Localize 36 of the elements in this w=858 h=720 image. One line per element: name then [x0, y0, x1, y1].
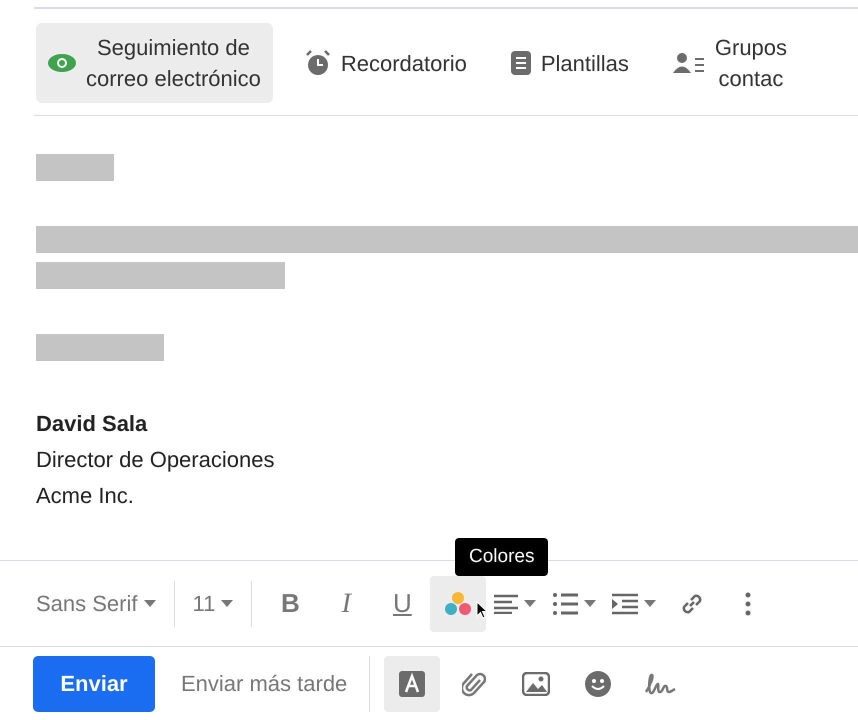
feature-tab[interactable]: Grupos contac — [660, 23, 800, 103]
send-later-button[interactable]: Enviar más tarde — [175, 670, 354, 698]
signature-line: Director de Operaciones — [36, 446, 276, 474]
caret-icon — [644, 600, 656, 608]
caret-icon — [221, 600, 234, 608]
eye-icon — [48, 53, 76, 73]
colors-button[interactable] — [430, 576, 486, 632]
palette-icon — [444, 590, 472, 616]
formatting-button[interactable] — [384, 656, 440, 712]
document-icon — [510, 51, 531, 75]
signature-icon — [644, 672, 676, 696]
align-left-icon — [494, 594, 518, 614]
caret-icon — [524, 600, 536, 608]
signature-name: David Sala — [36, 410, 148, 438]
caret-icon — [144, 600, 156, 608]
size-dropdown[interactable]: 11 — [184, 576, 242, 632]
text-format-icon — [399, 670, 426, 696]
smiley-icon — [585, 670, 612, 696]
alarm-clock-icon — [304, 50, 331, 76]
send-button[interactable]: Enviar — [33, 656, 155, 712]
font-dropdown[interactable]: Sans Serif — [28, 576, 164, 632]
feature-tab[interactable]: Plantillas — [498, 23, 641, 103]
indent-icon — [612, 592, 638, 614]
italic-button[interactable]: I — [318, 576, 374, 632]
bold-button[interactable]: B — [262, 576, 318, 632]
cursor-icon — [476, 601, 488, 619]
tooltip: Colores — [455, 538, 548, 576]
contacts-icon — [672, 52, 705, 74]
more-icon — [745, 592, 752, 616]
caret-icon — [584, 600, 596, 608]
feature-tab[interactable]: Seguimiento de correo electrónico — [36, 23, 273, 103]
paperclip-icon — [462, 670, 486, 698]
image-icon — [522, 672, 550, 696]
signature-line: Acme Inc. — [36, 482, 135, 510]
underline-button[interactable]: U — [374, 576, 430, 632]
feature-tab[interactable]: Recordatorio — [292, 23, 479, 103]
